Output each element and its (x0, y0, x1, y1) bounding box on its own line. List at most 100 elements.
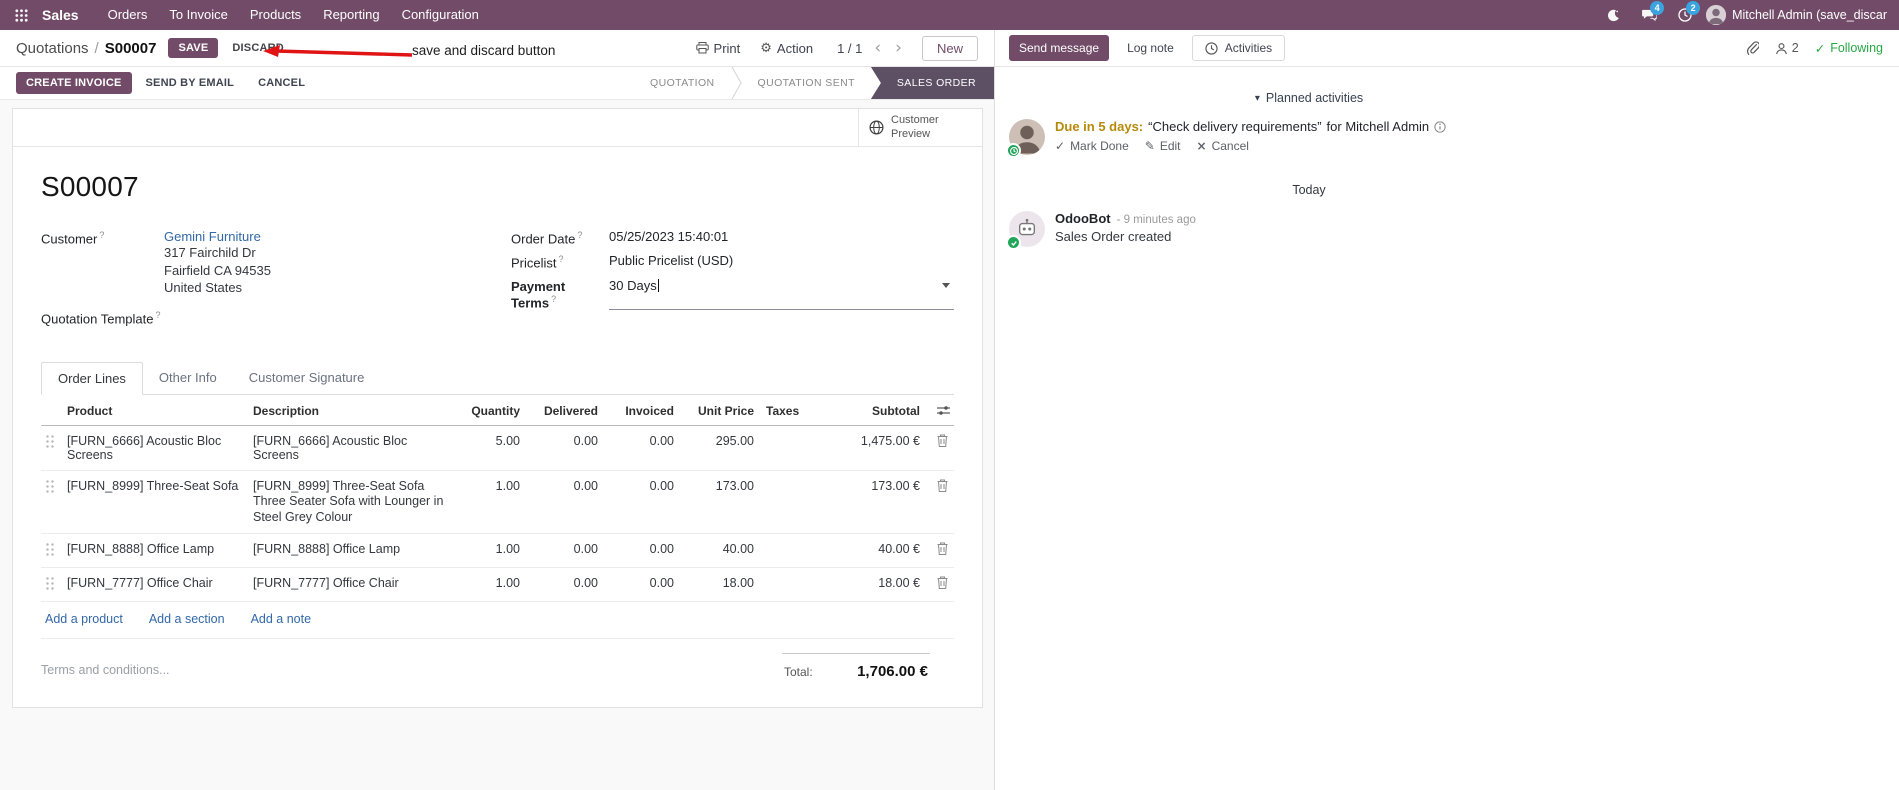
action-button[interactable]: ⚙ Action (752, 36, 821, 61)
col-delivered: Delivered (524, 394, 602, 426)
send-message-button[interactable]: Send message (1009, 35, 1110, 61)
user-name[interactable]: Mitchell Admin (save_discar (1732, 8, 1887, 22)
breadcrumb: Quotations / S00007 (16, 40, 156, 57)
stage-quotation[interactable]: QUOTATION (634, 67, 730, 99)
cell-delivered: 0.00 (524, 533, 602, 568)
cell-taxes (758, 470, 820, 534)
drag-handle[interactable] (45, 575, 54, 590)
user-avatar[interactable] (1706, 5, 1727, 25)
col-subtotal: Subtotal (820, 394, 924, 426)
help-marker: ? (99, 230, 105, 240)
trash-icon (937, 576, 948, 589)
pricelist-field[interactable]: Public Pricelist (USD) (609, 253, 954, 270)
tab-other-info[interactable]: Other Info (143, 362, 233, 395)
customer-preview-label: Customer Preview (891, 114, 939, 140)
col-invoiced: Invoiced (602, 394, 678, 426)
mark-done-button[interactable]: ✓ Mark Done (1055, 139, 1129, 153)
apps-menu-button[interactable] (8, 0, 34, 30)
payment-terms-field[interactable]: 30 Days (609, 278, 954, 310)
menu-products[interactable]: Products (239, 0, 312, 30)
form-view-container: Customer Preview S00007 Customer? Gemini… (0, 100, 994, 790)
tab-order-lines[interactable]: Order Lines (41, 361, 143, 395)
add-product-link[interactable]: Add a product (45, 612, 123, 626)
dark-mode-toggle[interactable] (1598, 0, 1628, 30)
tab-customer-signature[interactable]: Customer Signature (233, 362, 381, 395)
dropdown-caret-icon[interactable] (942, 282, 950, 288)
table-header-row: Product Description Quantity Delivered I… (41, 394, 954, 426)
cell-invoiced: 0.00 (602, 425, 678, 471)
optional-columns-button[interactable] (937, 405, 950, 416)
odoobot-status-badge (1006, 235, 1021, 250)
stage-quotation-sent[interactable]: QUOTATION SENT (742, 67, 871, 99)
menu-reporting[interactable]: Reporting (312, 0, 390, 30)
delete-line-button[interactable] (935, 576, 950, 589)
drag-handle[interactable] (45, 541, 54, 556)
order-date-field[interactable]: 05/25/2023 15:40:01 (609, 229, 954, 246)
delete-line-button[interactable] (935, 542, 950, 555)
current-app-name[interactable]: Sales (42, 7, 79, 23)
delete-line-button[interactable] (935, 479, 950, 492)
control-panel: Quotations / S00007 SAVE DISCARD save an… (0, 30, 994, 67)
create-invoice-button[interactable]: CREATE INVOICE (16, 72, 132, 94)
order-line-row[interactable]: [FURN_8888] Office Lamp [FURN_8888] Offi… (41, 533, 954, 568)
customer-field-label: Customer? (41, 229, 164, 297)
cell-description-line2: Three Seater Sofa with Lounger in Steel … (253, 493, 444, 524)
cancel-activity-button[interactable]: × Cancel (1197, 139, 1249, 153)
new-button[interactable]: New (921, 35, 978, 61)
col-quantity: Quantity (452, 394, 524, 426)
edit-activity-button[interactable]: ✎ Edit (1145, 139, 1181, 153)
pager-next-button[interactable]: › (889, 38, 908, 59)
terms-and-conditions-field[interactable]: Terms and conditions... (41, 653, 170, 677)
pricelist-label-text: Pricelist (511, 255, 557, 271)
delete-line-button[interactable] (935, 434, 950, 447)
menu-to-invoice[interactable]: To Invoice (158, 0, 239, 30)
drag-handle[interactable] (45, 478, 54, 493)
followers-button[interactable]: 2 (1775, 41, 1799, 55)
order-line-row[interactable]: [FURN_6666] Acoustic Bloc Screens [FURN_… (41, 425, 954, 471)
customer-street: 317 Fairchild Dr (164, 245, 256, 260)
breadcrumb-quotations[interactable]: Quotations (16, 40, 89, 57)
info-icon[interactable] (1434, 120, 1446, 133)
customer-preview-button[interactable]: Customer Preview (858, 109, 982, 146)
followers-count: 2 (1791, 41, 1799, 55)
following-toggle[interactable]: ✓ Following (1815, 41, 1883, 56)
cell-delivered: 0.00 (524, 470, 602, 534)
messages-button[interactable]: 4 (1634, 0, 1665, 30)
drag-handle[interactable] (45, 433, 54, 448)
log-note-button[interactable]: Log note (1117, 35, 1184, 61)
cell-product: [FURN_6666] Acoustic Bloc Screens (63, 425, 249, 471)
cell-quantity: 1.00 (452, 533, 524, 568)
activities-button[interactable]: 2 (1670, 0, 1701, 30)
cell-invoiced: 0.00 (602, 567, 678, 602)
order-line-row[interactable]: [FURN_7777] Office Chair [FURN_7777] Off… (41, 567, 954, 602)
activities-tab-button[interactable]: Activities (1191, 35, 1286, 61)
save-button[interactable]: SAVE (168, 38, 219, 58)
cancel-button[interactable]: CANCEL (248, 72, 315, 94)
menu-configuration[interactable]: Configuration (391, 0, 490, 30)
message-author[interactable]: OdooBot (1055, 211, 1111, 226)
add-note-link[interactable]: Add a note (251, 612, 311, 626)
planned-activities-toggle[interactable]: ▾ Planned activities (1009, 91, 1609, 105)
quotation-template-field[interactable] (181, 309, 511, 326)
activity-assignee: for Mitchell Admin (1326, 119, 1430, 134)
add-section-link[interactable]: Add a section (149, 612, 225, 626)
app-menus: Orders To Invoice Products Reporting Con… (97, 0, 490, 30)
cell-delivered: 0.00 (524, 425, 602, 471)
text-cursor (657, 278, 659, 292)
order-line-row[interactable]: [FURN_8999] Three-Seat Sofa [FURN_8999] … (41, 470, 954, 534)
customer-city: Fairfield CA 94535 (164, 262, 271, 278)
cross-icon: × (1196, 139, 1207, 153)
menu-orders[interactable]: Orders (97, 0, 159, 30)
button-box: Customer Preview (13, 109, 982, 147)
attachments-button[interactable] (1746, 41, 1759, 55)
order-date-label: Order Date? (511, 229, 609, 246)
cell-description: [FURN_8888] Office Lamp (249, 533, 452, 568)
customer-link[interactable]: Gemini Furniture (164, 229, 511, 244)
print-button[interactable]: Print (688, 36, 749, 61)
pager-previous-button[interactable]: ‹ (868, 38, 887, 59)
discard-button[interactable]: DISCARD (224, 38, 292, 58)
send-by-email-button[interactable]: SEND BY EMAIL (136, 72, 245, 94)
breadcrumb-separator: / (94, 39, 99, 57)
stage-sales-order[interactable]: SALES ORDER (870, 67, 994, 99)
cell-description: [FURN_6666] Acoustic Bloc Screens (249, 425, 452, 471)
